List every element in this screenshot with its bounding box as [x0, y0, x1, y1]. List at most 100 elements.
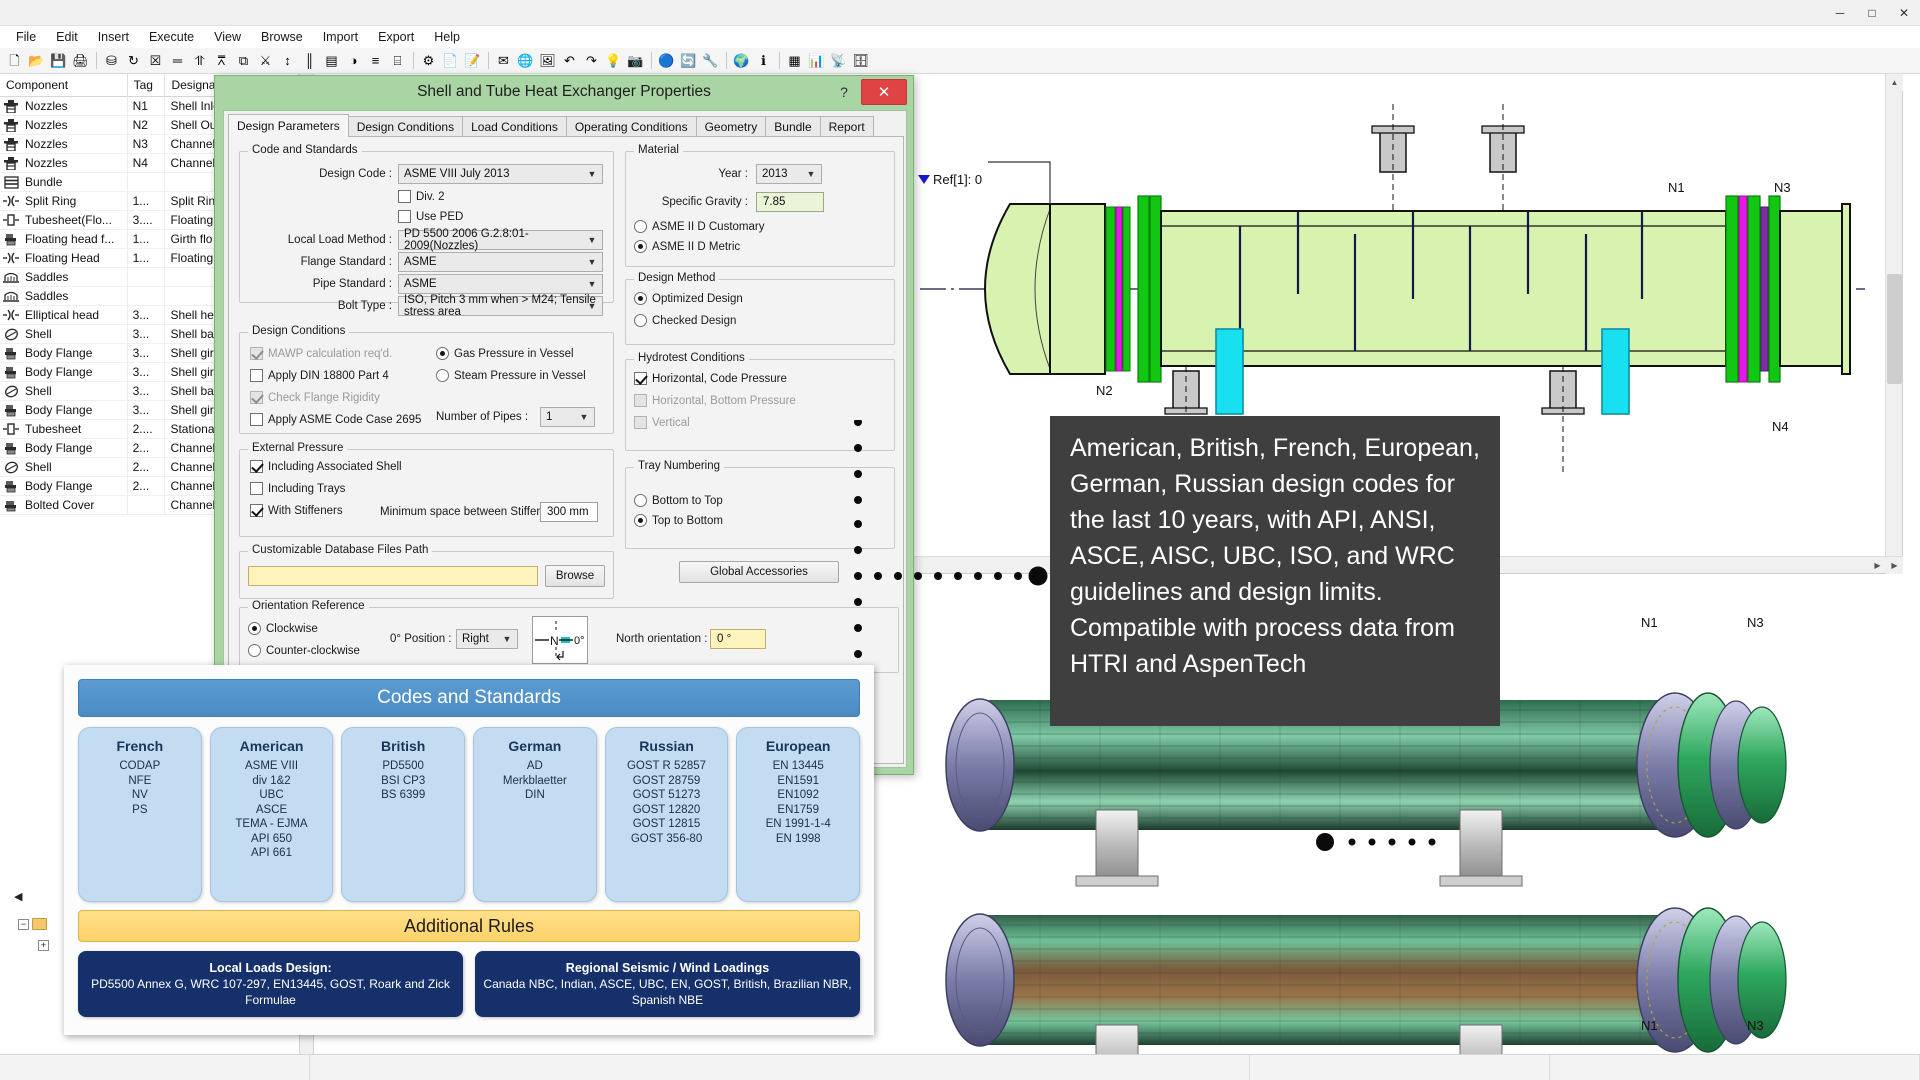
- nozzle-icon[interactable]: ═: [167, 50, 188, 71]
- flange-rigidity-checkbox-box[interactable]: [250, 391, 263, 404]
- checked-design-radio-circle[interactable]: [634, 314, 647, 327]
- stiffeners-checkbox-box[interactable]: [250, 504, 263, 517]
- radio-bottom-to-top[interactable]: Bottom to Top: [634, 494, 723, 507]
- vessel-icon[interactable]: ⛁: [101, 50, 122, 71]
- db-path-input[interactable]: [248, 566, 538, 586]
- menu-item-view[interactable]: View: [204, 28, 251, 46]
- min-space-input[interactable]: 300 mm: [540, 502, 598, 522]
- design-code-select[interactable]: ASME VIII July 2013 ▼: [398, 164, 603, 184]
- checkbox-with-stiffeners[interactable]: With Stiffeners: [250, 504, 343, 517]
- checkbox-including-trays[interactable]: Including Trays: [250, 482, 345, 495]
- report-icon[interactable]: 📄: [440, 50, 461, 71]
- specific-gravity-input[interactable]: 7.85: [756, 192, 824, 212]
- tab-report[interactable]: Report: [820, 116, 874, 137]
- div2-checkbox-box[interactable]: [398, 190, 411, 203]
- checkbox-horizontal-code-pressure[interactable]: Horizontal, Code Pressure: [634, 372, 787, 385]
- lug-icon[interactable]: ⚔: [255, 50, 276, 71]
- scroll-right-arrow-icon[interactable]: ▶: [1869, 557, 1886, 574]
- north-orientation-input[interactable]: 0 °: [710, 629, 766, 649]
- tab-operating-conditions[interactable]: Operating Conditions: [566, 116, 697, 137]
- camera-icon[interactable]: 📷: [625, 50, 646, 71]
- flange-standard-select[interactable]: ASME ▼: [398, 252, 603, 272]
- checkbox-including-associated-shell[interactable]: Including Associated Shell: [250, 460, 402, 473]
- global-accessories-button[interactable]: Global Accessories: [679, 561, 839, 583]
- column-icon[interactable]: ║: [299, 50, 320, 71]
- open-folder-icon[interactable]: 📂: [26, 50, 47, 71]
- close-icon[interactable]: ✕: [1888, 0, 1920, 26]
- optimized-design-radio-circle[interactable]: [634, 292, 647, 305]
- counter-clockwise-radio-circle[interactable]: [248, 644, 261, 657]
- menu-item-help[interactable]: Help: [424, 28, 470, 46]
- checkbox-vertical[interactable]: Vertical: [634, 416, 690, 429]
- menu-item-file[interactable]: File: [6, 28, 46, 46]
- earth-icon[interactable]: 🌍: [731, 50, 752, 71]
- new-document-icon[interactable]: 🗋: [4, 50, 25, 71]
- number-of-pipes-select[interactable]: 1 ▼: [540, 407, 595, 427]
- tree-node-child[interactable]: +: [38, 940, 49, 951]
- web-icon[interactable]: 🔵: [656, 50, 677, 71]
- mawp-checkbox-box[interactable]: [250, 347, 263, 360]
- top-to-bottom-radio-circle[interactable]: [634, 514, 647, 527]
- wrench-icon[interactable]: 🔧: [700, 50, 721, 71]
- asme-metric-radio-circle[interactable]: [634, 240, 647, 253]
- checkbox-use-ped[interactable]: Use PED: [398, 210, 463, 223]
- pipe-standard-select[interactable]: ASME ▼: [398, 274, 603, 294]
- tree-expander-minus[interactable]: −: [18, 919, 29, 930]
- use-ped-checkbox-box[interactable]: [398, 210, 411, 223]
- chevron-down-icon[interactable]: ▼: [584, 165, 600, 183]
- chevron-down-icon[interactable]: ▼: [803, 165, 819, 183]
- radio-optimized-design[interactable]: Optimized Design: [634, 292, 743, 305]
- redo-icon[interactable]: ↷: [581, 50, 602, 71]
- chevron-down-icon[interactable]: ▼: [584, 275, 600, 293]
- flange-icon[interactable]: ⧉: [233, 50, 254, 71]
- crossed-box-icon[interactable]: ☒: [145, 50, 166, 71]
- checkbox-mawp[interactable]: MAWP calculation req'd.: [250, 347, 392, 360]
- save-disk-icon[interactable]: 💾: [48, 50, 69, 71]
- material-year-select[interactable]: 2013 ▼: [756, 164, 822, 184]
- radio-gas-pressure[interactable]: Gas Pressure in Vessel: [436, 347, 574, 360]
- saddle-icon[interactable]: ⩞: [211, 50, 232, 71]
- tray-icon[interactable]: ≡: [365, 50, 386, 71]
- stiffener-icon[interactable]: ⌸: [387, 50, 408, 71]
- code-case-checkbox-box[interactable]: [250, 413, 263, 426]
- horiz-code-checkbox-box[interactable]: [634, 372, 647, 385]
- grid-icon[interactable]: ▦: [784, 50, 805, 71]
- bottom-to-top-radio-circle[interactable]: [634, 494, 647, 507]
- steam-pressure-radio-circle[interactable]: [436, 369, 449, 382]
- radio-clockwise[interactable]: Clockwise: [248, 622, 318, 635]
- radio-top-to-bottom[interactable]: Top to Bottom: [634, 514, 723, 527]
- bolt-type-select[interactable]: ISO, Pitch 3 mm when > M24; Tensile stre…: [398, 296, 603, 316]
- radio-counter-clockwise[interactable]: Counter-clockwise: [248, 644, 360, 657]
- support-icon[interactable]: ⥣: [189, 50, 210, 71]
- skirt-icon[interactable]: ▤: [321, 50, 342, 71]
- tree-node-root[interactable]: −: [18, 918, 47, 930]
- tab-design-conditions[interactable]: Design Conditions: [348, 116, 463, 137]
- clockwise-radio-circle[interactable]: [248, 622, 261, 635]
- tree-expander-plus[interactable]: +: [38, 940, 49, 951]
- viewport-vertical-scrollbar[interactable]: ▲ ▼: [1885, 74, 1902, 574]
- horiz-bottom-checkbox-box[interactable]: [634, 394, 647, 407]
- radio-steam-pressure[interactable]: Steam Pressure in Vessel: [436, 369, 586, 382]
- chevron-down-icon[interactable]: ▼: [576, 408, 592, 426]
- checkbox-flange-rigidity[interactable]: Check Flange Rigidity: [250, 391, 380, 404]
- checkbox-din18800[interactable]: Apply DIN 18800 Part 4: [250, 369, 389, 382]
- chevron-down-icon[interactable]: ▼: [499, 630, 515, 648]
- vertical-scroll-thumb[interactable]: [1887, 274, 1902, 384]
- print-icon[interactable]: 🖨: [70, 50, 91, 71]
- undo-icon[interactable]: ↶: [559, 50, 580, 71]
- edit-note-icon[interactable]: 📝: [462, 50, 483, 71]
- vertical-checkbox-box[interactable]: [634, 416, 647, 429]
- radio-checked-design[interactable]: Checked Design: [634, 314, 736, 327]
- rss-icon[interactable]: 📡: [828, 50, 849, 71]
- checkbox-code-case-2695[interactable]: Apply ASME Code Case 2695: [250, 413, 421, 426]
- chevron-down-icon[interactable]: ▼: [584, 231, 600, 249]
- chevron-down-icon[interactable]: ▼: [584, 297, 600, 315]
- local-load-method-select[interactable]: PD 5500 2006 G.2.8:01-2009(Nozzles) ▼: [398, 230, 603, 250]
- menu-item-insert[interactable]: Insert: [88, 28, 139, 46]
- checkbox-horizontal-bottom-pressure[interactable]: Horizontal, Bottom Pressure: [634, 394, 796, 407]
- refresh-icon[interactable]: 🔄: [678, 50, 699, 71]
- menu-item-execute[interactable]: Execute: [139, 28, 204, 46]
- dialog-close-button[interactable]: ✕: [861, 79, 907, 105]
- menu-item-import[interactable]: Import: [313, 28, 368, 46]
- scroll-up-arrow-icon[interactable]: ▲: [1886, 74, 1903, 91]
